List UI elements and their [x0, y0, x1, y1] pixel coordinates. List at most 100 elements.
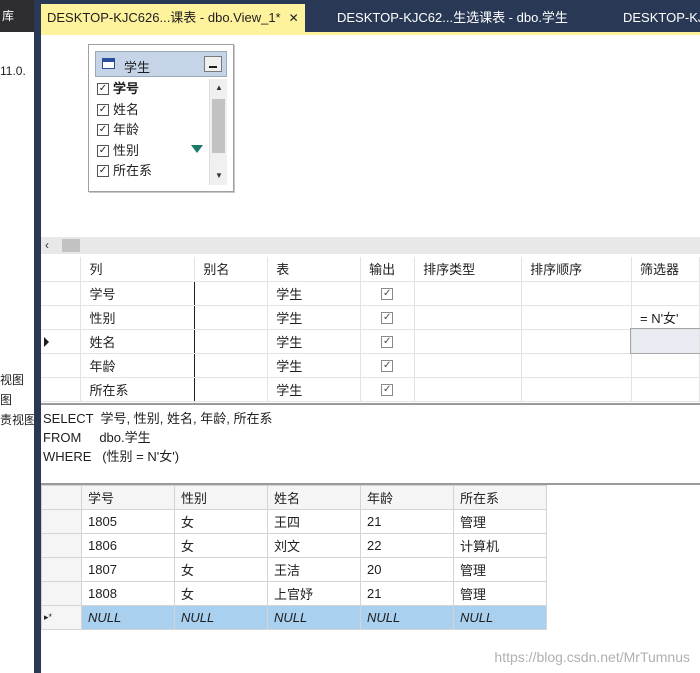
tree-item-views[interactable]: 视图 [0, 371, 24, 388]
cell[interactable]: 女 [174, 533, 268, 558]
column-item[interactable]: ✓ 学号 [95, 79, 207, 100]
cell[interactable]: 1806 [81, 533, 175, 558]
output-checkbox[interactable]: ✓ [381, 384, 394, 397]
cell[interactable]: 女 [174, 581, 268, 606]
column-item[interactable]: ✓ 年龄 [95, 120, 207, 141]
tab-third[interactable]: DESKTOP-KJ [617, 4, 700, 32]
cell-column[interactable]: 学号 [80, 281, 196, 306]
cell[interactable]: 管理 [453, 509, 547, 534]
cell-table[interactable]: 学生 [267, 281, 362, 306]
cell-column[interactable]: 性别 [80, 305, 196, 330]
table-row[interactable]: 1808 女 上官妤 21 管理 [41, 581, 547, 606]
row-header[interactable] [41, 281, 82, 306]
row-header[interactable] [41, 377, 82, 402]
cell[interactable]: 上官妤 [267, 581, 361, 606]
minimize-button[interactable] [204, 56, 222, 72]
checkbox-checked[interactable]: ✓ [97, 83, 109, 95]
criteria-row[interactable]: 性别 学生 ✓ = N'女' [41, 305, 700, 330]
cell-table[interactable]: 学生 [267, 377, 362, 402]
results-pane[interactable]: 学号 性别 姓名 年龄 所在系 1805 女 王四 21 管理 1806 女 刘… [41, 485, 700, 673]
cell[interactable]: 22 [360, 533, 454, 558]
checkbox-checked[interactable]: ✓ [97, 103, 109, 116]
cell-column[interactable]: 年龄 [80, 353, 196, 378]
cell[interactable]: 刘文 [267, 533, 361, 558]
cell[interactable]: 王洁 [267, 557, 361, 582]
column-item[interactable]: ✓ 性别 [95, 141, 207, 162]
cell[interactable]: NULL [267, 605, 361, 630]
close-icon[interactable]: ✕ [289, 11, 299, 25]
cell[interactable]: 管理 [453, 581, 547, 606]
cell[interactable]: 女 [174, 557, 268, 582]
cell[interactable]: 女 [174, 509, 268, 534]
cell-alias[interactable] [194, 377, 269, 402]
cell[interactable]: 计算机 [453, 533, 547, 558]
cell-filter[interactable]: = N'女' [631, 305, 700, 330]
cell-column[interactable]: 所在系 [80, 377, 196, 402]
cell-sort-order[interactable] [521, 281, 632, 306]
cell-sort-order[interactable] [521, 305, 632, 330]
table-widget-header[interactable]: 学生 [95, 51, 227, 77]
cell[interactable]: 1808 [81, 581, 175, 606]
cell-table[interactable]: 学生 [267, 353, 362, 378]
cell-sort-type[interactable] [414, 377, 523, 402]
cell[interactable]: NULL [174, 605, 268, 630]
cell-output[interactable]: ✓ [360, 305, 416, 330]
tab-view-1[interactable]: DESKTOP-KJC626...课表 - dbo.View_1* ✕ [41, 4, 305, 32]
cell-sort-order[interactable] [521, 329, 632, 354]
cell-table[interactable]: 学生 [267, 329, 362, 354]
row-header[interactable] [41, 509, 82, 534]
cell[interactable]: NULL [81, 605, 175, 630]
criteria-pane[interactable]: 列 别名 表 输出 排序类型 排序顺序 筛选器 学号 学生 ✓ 性别 学生 ✓ [41, 257, 700, 403]
checkbox-checked[interactable]: ✓ [97, 124, 109, 136]
tab-student-table[interactable]: DESKTOP-KJC62...生选课表 - dbo.学生 [331, 4, 574, 32]
cell-output[interactable]: ✓ [360, 353, 416, 378]
cell-sort-type[interactable] [414, 329, 523, 354]
output-checkbox[interactable]: ✓ [381, 336, 394, 349]
cell-output[interactable]: ✓ [360, 281, 416, 306]
criteria-row[interactable]: 年龄 学生 ✓ [41, 353, 700, 378]
cell-output[interactable]: ✓ [360, 377, 416, 402]
table-widget-student[interactable]: 学生 ✓ 学号 ✓ 姓名 ✓ 年龄 ✓ 性别 ✓ 所在系 ▲ ▼ [88, 44, 234, 192]
panel-splitter[interactable] [34, 0, 41, 673]
cell-alias[interactable] [194, 305, 269, 330]
table-row[interactable]: 1806 女 刘文 22 计算机 [41, 533, 547, 558]
sql-pane[interactable]: SELECT 学号, 性别, 姓名, 年龄, 所在系 FROM dbo.学生 W… [41, 405, 700, 483]
table-row[interactable]: 1807 女 王洁 20 管理 [41, 557, 547, 582]
cell[interactable]: 21 [360, 581, 454, 606]
cell-sort-type[interactable] [414, 305, 523, 330]
diagram-pane[interactable]: 学生 ✓ 学号 ✓ 姓名 ✓ 年龄 ✓ 性别 ✓ 所在系 ▲ ▼ [41, 35, 700, 237]
scroll-left-icon[interactable]: ‹ [45, 237, 49, 254]
criteria-row[interactable]: 学号 学生 ✓ [41, 281, 700, 306]
cell-output[interactable]: ✓ [360, 329, 416, 354]
cell-alias[interactable] [194, 281, 269, 306]
criteria-row-current[interactable]: 姓名 学生 ✓ [41, 328, 700, 354]
new-row[interactable]: ▸* NULL NULL NULL NULL NULL [41, 605, 547, 630]
diagram-horizontal-scrollbar[interactable]: ‹ [41, 237, 700, 254]
cell-table[interactable]: 学生 [267, 305, 362, 330]
row-header[interactable] [41, 329, 82, 354]
cell-sort-type[interactable] [414, 353, 523, 378]
checkbox-checked[interactable]: ✓ [97, 144, 109, 157]
table-row[interactable]: 1805 女 王四 21 管理 [41, 509, 547, 534]
cell-filter[interactable] [631, 353, 700, 378]
cell-column[interactable]: 姓名 [80, 329, 196, 354]
column-item[interactable]: ✓ 姓名 [95, 100, 207, 121]
cell-filter[interactable] [631, 281, 700, 306]
row-header[interactable] [41, 581, 82, 606]
criteria-row[interactable]: 所在系 学生 ✓ [41, 377, 700, 402]
row-header[interactable] [41, 353, 82, 378]
row-header[interactable] [41, 305, 82, 330]
tree-item-diagrams[interactable]: 图 [0, 391, 12, 408]
row-header[interactable] [41, 557, 82, 582]
output-checkbox[interactable]: ✓ [381, 312, 394, 325]
row-header[interactable] [41, 533, 82, 558]
cell[interactable]: 管理 [453, 557, 547, 582]
cell[interactable]: 王四 [267, 509, 361, 534]
cell-sort-type[interactable] [414, 281, 523, 306]
cell[interactable]: 1805 [81, 509, 175, 534]
cell-sort-order[interactable] [521, 353, 632, 378]
cell-alias[interactable] [194, 329, 269, 354]
output-checkbox[interactable]: ✓ [381, 360, 394, 373]
cell[interactable]: 1807 [81, 557, 175, 582]
cell-filter-active[interactable] [630, 328, 700, 354]
